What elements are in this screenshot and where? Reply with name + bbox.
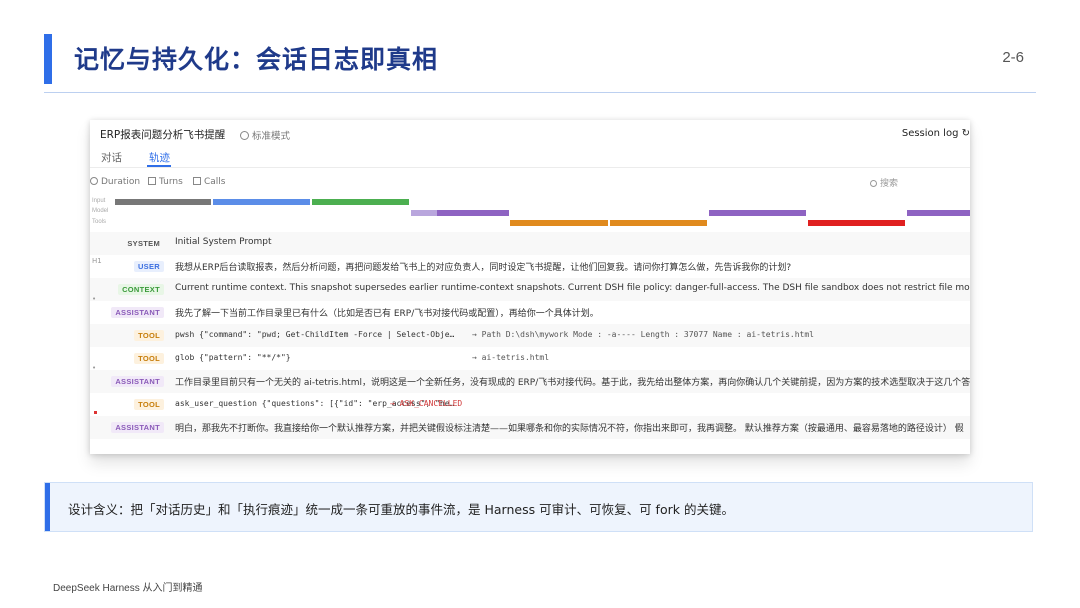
tool-result-text: → Path D:\dsh\mywork Mode : -a---- Lengt… xyxy=(472,330,814,339)
timeline-segment-error[interactable] xyxy=(808,220,905,226)
mode-indicator[interactable]: 标准模式 xyxy=(240,128,290,142)
note-accent-bar xyxy=(45,483,50,531)
role-badge: CONTEXT xyxy=(118,284,164,295)
error-marker xyxy=(94,411,97,414)
event-row[interactable]: TOOL glob {"pattern": "**/*"} → ai-tetri… xyxy=(90,347,970,370)
tab-divider xyxy=(90,167,970,168)
clock-icon xyxy=(90,177,98,185)
footer-text: DeepSeek Harness 从入门到精通 xyxy=(53,583,203,594)
role-badge: TOOL xyxy=(134,330,164,341)
event-text: 工作目录里目前只有一个无关的 ai-tetris.html，说明这是一个全新任务… xyxy=(175,378,970,388)
filter-turns-label: Turns xyxy=(159,177,183,187)
slide-title: 记忆与持久化：会话日志即真相 xyxy=(74,45,439,74)
title-accent-bar xyxy=(44,34,52,84)
grid-icon xyxy=(193,177,201,185)
timeline-segment-system[interactable] xyxy=(115,199,211,205)
role-badge: ASSISTANT xyxy=(111,422,164,433)
lane-label-model: Model xyxy=(92,208,109,214)
event-row[interactable]: SYSTEM Initial System Prompt xyxy=(90,232,970,255)
session-log-screenshot: ERP报表问题分析飞书提醒 标准模式 Session log ↻ 对话 轨迹 D… xyxy=(90,120,970,454)
timeline-segment-tool[interactable] xyxy=(510,220,608,226)
lane-label-input: Input xyxy=(92,198,106,204)
timeline-segment-assistant[interactable] xyxy=(437,210,509,216)
note-text: 设计含义：把「对话历史」和「执行痕迹」统一成一条可重放的事件流，是 Harnes… xyxy=(68,502,734,517)
mode-icon xyxy=(240,131,249,140)
event-text: 明白，那我先不打断你。我直接给你一个默认推荐方案，并把关键假设标注清楚——如果哪… xyxy=(175,424,964,434)
search-placeholder: 搜索 xyxy=(880,179,899,189)
design-note: 设计含义：把「对话历史」和「执行痕迹」统一成一条可重放的事件流，是 Harnes… xyxy=(44,482,1033,532)
event-row[interactable]: TOOL ask_user_question {"questions": [{"… xyxy=(90,393,970,416)
role-badge: TOOL xyxy=(134,353,164,364)
timeline-segment-assistant[interactable] xyxy=(907,210,970,216)
role-badge: SYSTEM xyxy=(127,239,160,248)
event-text: Initial System Prompt xyxy=(175,237,272,247)
role-badge: ASSISTANT xyxy=(111,307,164,318)
timeline-segment-assistant[interactable] xyxy=(709,210,806,216)
timeline-segment-model[interactable] xyxy=(411,210,437,216)
filter-calls-label: Calls xyxy=(204,177,226,187)
timeline-segment-tool[interactable] xyxy=(610,220,707,226)
turn-marker: H1 xyxy=(92,257,102,265)
mode-label: 标准模式 xyxy=(252,131,291,142)
event-text: Current runtime context. This snapshot s… xyxy=(175,283,970,293)
tab-dialog[interactable]: 对话 xyxy=(101,150,122,165)
turn-marker: • xyxy=(92,295,97,303)
search-input[interactable]: 搜索 xyxy=(870,176,970,189)
lane-label-tools: Tools xyxy=(92,219,107,225)
timeline-segment-user[interactable] xyxy=(213,199,310,205)
event-row[interactable]: • ASSISTANT 我先了解一下当前工作目录里已有什么（比如是否已有 ERP… xyxy=(90,295,970,324)
event-text: 我先了解一下当前工作目录里已有什么（比如是否已有 ERP/飞书对接代码或配置），… xyxy=(175,309,599,319)
tool-result-text: → ai-tetris.html xyxy=(472,353,550,362)
filter-calls[interactable]: Calls xyxy=(193,177,226,187)
filter-turns[interactable]: Turns xyxy=(148,177,183,187)
header-divider xyxy=(44,92,1036,93)
session-log-button[interactable]: Session log ↻ xyxy=(902,128,970,139)
conversation-title: ERP报表问题分析飞书提醒 xyxy=(100,129,226,141)
session-log-label: Session log xyxy=(901,128,959,139)
search-icon xyxy=(870,180,877,187)
event-row[interactable]: • ASSISTANT 工作目录里目前只有一个无关的 ai-tetris.htm… xyxy=(90,364,970,393)
role-badge: TOOL xyxy=(134,399,164,410)
role-badge: ASSISTANT xyxy=(111,376,164,387)
refresh-icon: ↻ xyxy=(961,128,970,139)
timeline-segment-context[interactable] xyxy=(312,199,409,205)
role-badge: USER xyxy=(133,261,164,272)
event-row[interactable]: ASSISTANT 明白，那我先不打断你。我直接给你一个默认推荐方案，并把关键假… xyxy=(90,411,970,439)
event-text: 我想从ERP后台读取报表，然后分析问题，再把问题发给飞书上的对应负责人，同时设定… xyxy=(175,263,792,273)
turn-marker: • xyxy=(92,364,97,372)
event-row[interactable]: TOOL pwsh {"command": "pwd; Get-ChildIte… xyxy=(90,324,970,347)
tab-trace[interactable]: 轨迹 xyxy=(149,150,170,165)
page-number: 2-6 xyxy=(1002,49,1024,66)
event-row[interactable]: H1 USER 我想从ERP后台读取报表，然后分析问题，再把问题发给飞书上的对应… xyxy=(90,255,970,278)
tool-result-text: → ASK_CANCELLED xyxy=(390,399,463,408)
event-row[interactable]: CONTEXT Current runtime context. This sn… xyxy=(90,278,970,301)
tool-call-text: glob {"pattern": "**/*"} xyxy=(175,353,291,362)
grid-icon xyxy=(148,177,156,185)
filter-duration-label: Duration xyxy=(101,177,141,187)
tool-call-text: pwsh {"command": "pwd; Get-ChildItem -Fo… xyxy=(175,330,455,339)
filter-duration[interactable]: Duration xyxy=(90,177,140,187)
